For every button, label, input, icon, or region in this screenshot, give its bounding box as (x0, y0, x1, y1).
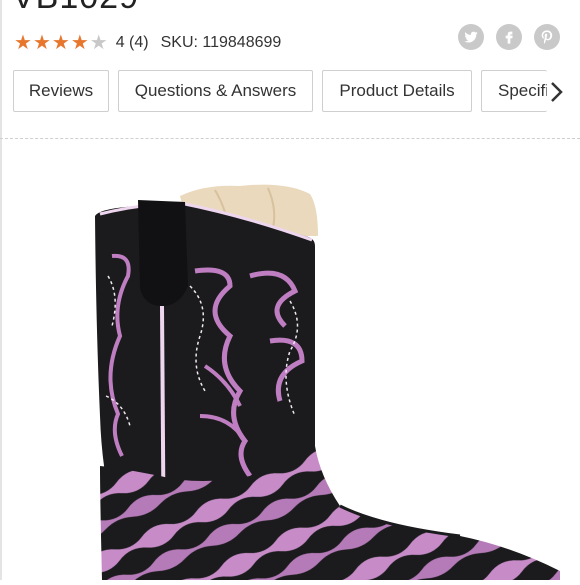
tab-questions-answers[interactable]: Questions & Answers (118, 70, 313, 112)
product-title: VB1029 (12, 0, 139, 17)
star-filled-icon: ★ (14, 32, 32, 54)
star-filled-icon: ★ (32, 32, 51, 54)
facebook-share-button[interactable] (496, 24, 522, 50)
star-filled-icon: ★ (70, 32, 89, 54)
tab-product-details[interactable]: Product Details (322, 70, 472, 112)
left-border (0, 0, 2, 580)
tab-specifications[interactable]: Specifi (481, 70, 547, 112)
twitter-icon (464, 31, 478, 43)
sku-text: SKU: 119848699 (160, 34, 282, 51)
product-image[interactable] (40, 176, 560, 581)
star-rating[interactable]: ★ ★ ★ ★ ★ (14, 33, 108, 53)
pinterest-icon (541, 30, 553, 44)
share-buttons (458, 24, 560, 50)
facebook-icon (505, 31, 513, 44)
tab-reviews[interactable]: Reviews (13, 70, 109, 112)
product-tabs: Reviews Questions & Answers Product Deta… (13, 70, 547, 112)
cowboy-boot-image (95, 184, 560, 581)
rating-row: ★ ★ ★ ★ ★ 4 (4) SKU: 119848699 (14, 30, 281, 56)
twitter-share-button[interactable] (458, 24, 484, 50)
pinterest-share-button[interactable] (534, 24, 560, 50)
review-count-link[interactable]: 4 (4) (116, 34, 149, 52)
star-filled-icon: ★ (51, 32, 70, 54)
section-divider (0, 138, 580, 139)
chevron-right-icon[interactable] (548, 80, 564, 104)
star-empty-icon: ★ (89, 32, 108, 54)
